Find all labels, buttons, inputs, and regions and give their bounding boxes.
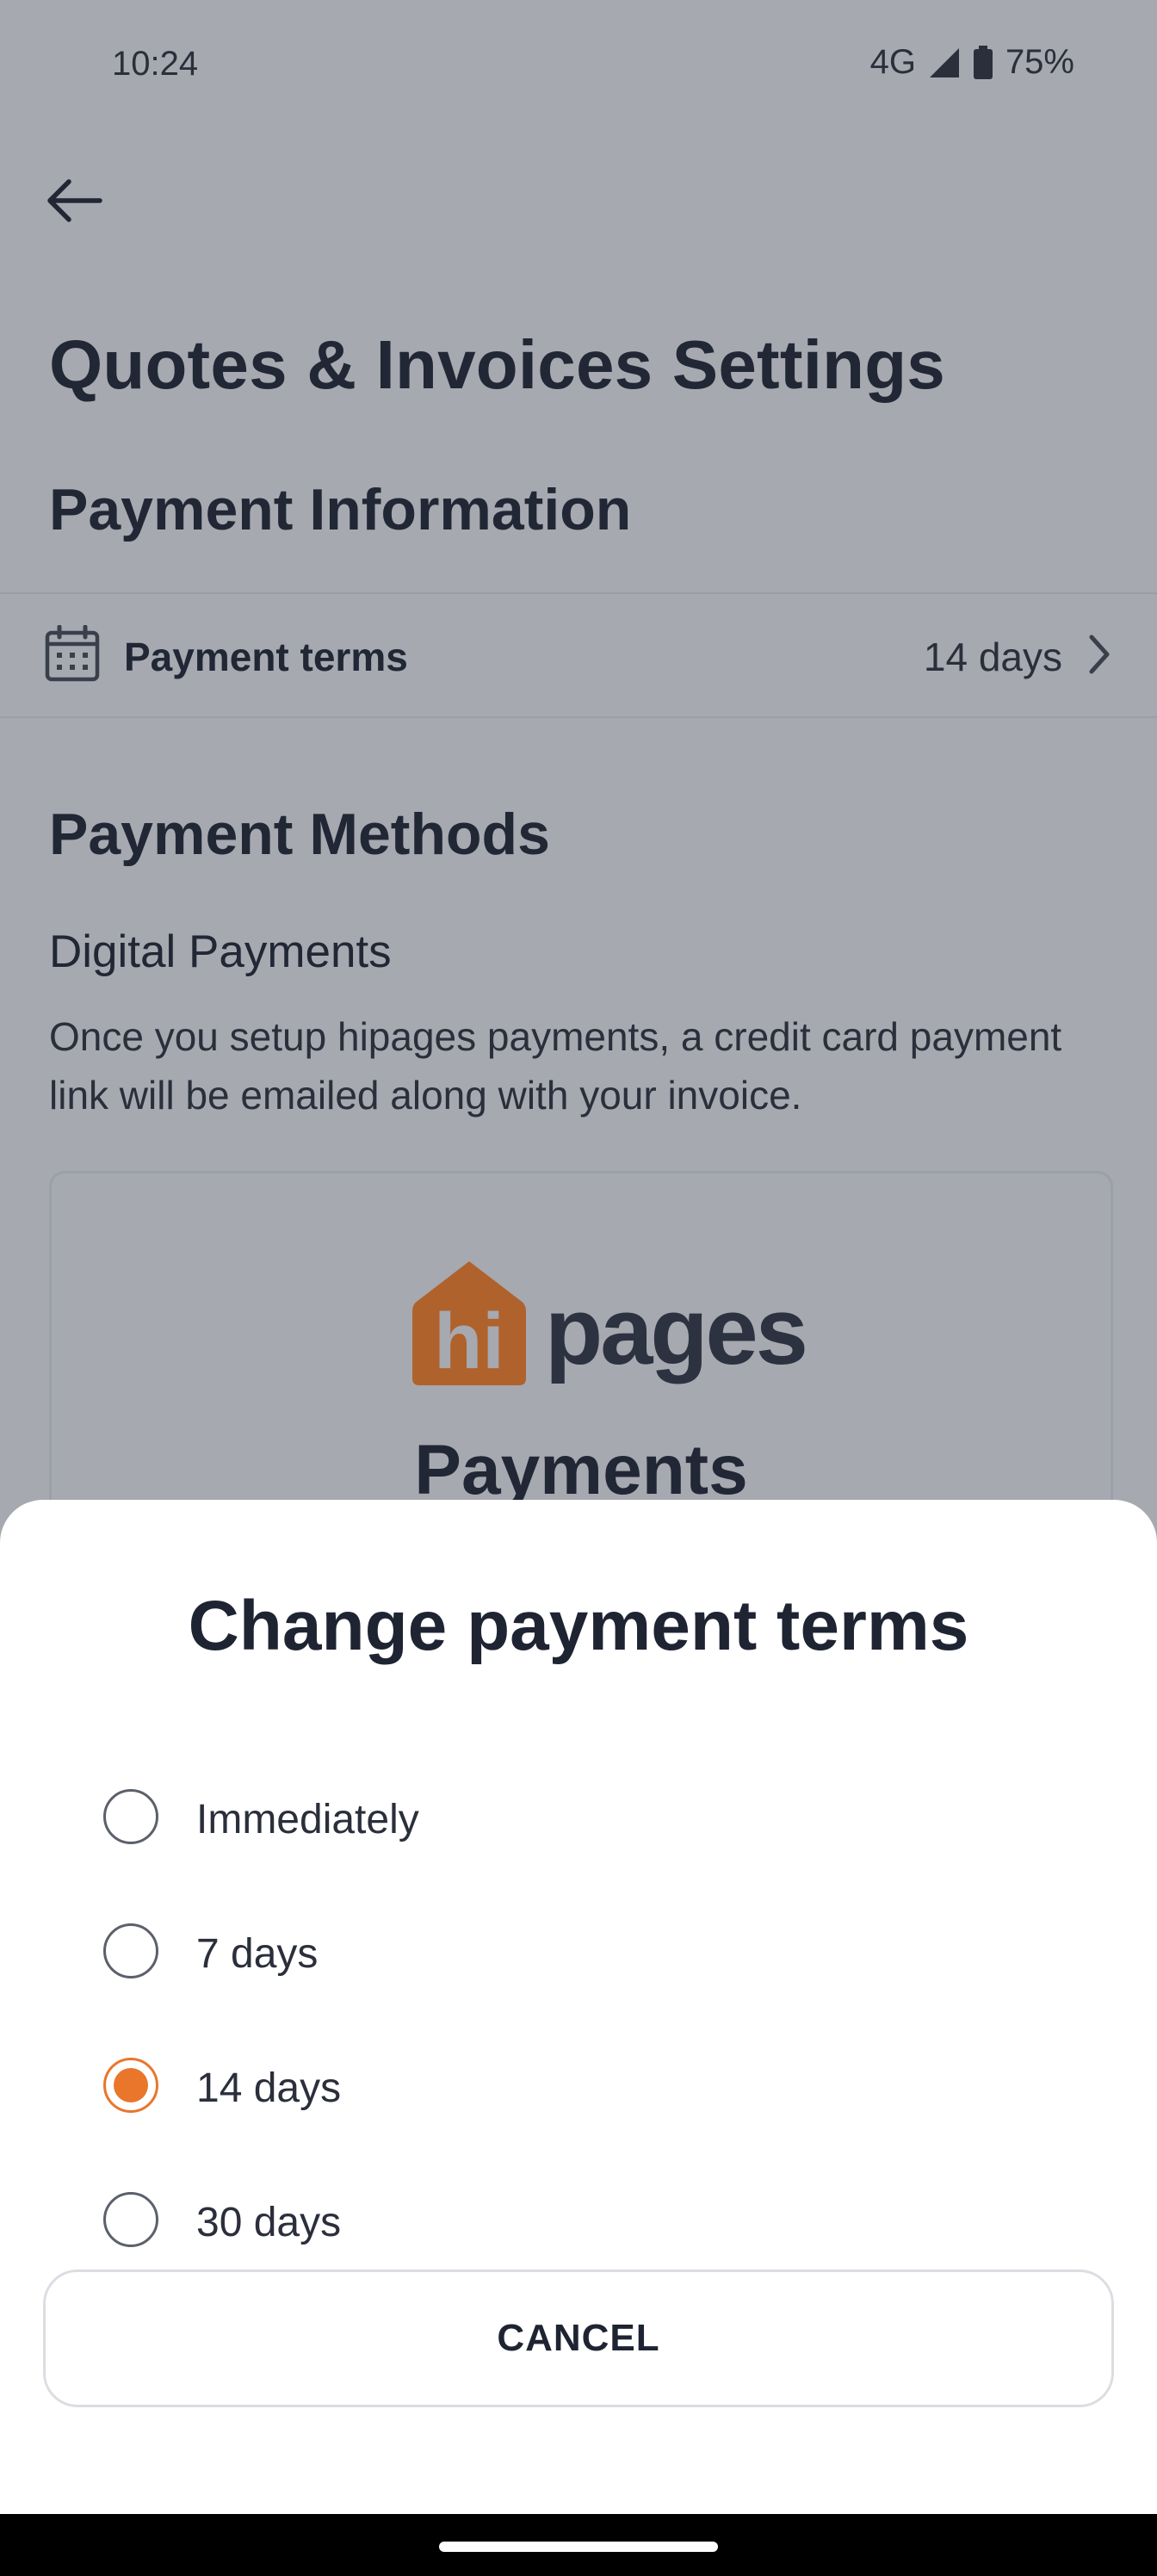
option-label: Immediately	[196, 1797, 419, 1842]
radio-button[interactable]	[103, 2192, 158, 2247]
option-immediately[interactable]: Immediately	[0, 1758, 1157, 1879]
settings-page: 10:24 4G 75% Quotes & Invoices Settings …	[0, 0, 1157, 1538]
radio-button-selected[interactable]	[103, 2058, 158, 2113]
option-7-days[interactable]: 7 days	[0, 1892, 1157, 2013]
chevron-right-icon	[1086, 632, 1112, 681]
status-time: 10:24	[112, 45, 199, 83]
option-label: 14 days	[196, 2065, 342, 2111]
navigation-bar	[0, 2514, 1157, 2576]
payment-information-heading: Payment Information	[49, 477, 632, 542]
option-label: 7 days	[196, 1931, 319, 1977]
cancel-button[interactable]: CANCEL	[43, 2269, 1114, 2407]
divider	[0, 716, 1157, 718]
battery-level: 75%	[1005, 43, 1074, 81]
page-title: Quotes & Invoices Settings	[49, 326, 945, 403]
calendar-icon	[45, 624, 100, 686]
sheet-title: Change payment terms	[188, 1587, 969, 1665]
digital-payments-heading: Digital Payments	[49, 926, 392, 977]
payment-terms-sheet: Change payment terms Immediately 7 days …	[0, 1500, 1157, 2516]
back-button[interactable]	[34, 168, 112, 237]
payment-terms-label: Payment terms	[124, 635, 408, 679]
option-14-days[interactable]: 14 days	[0, 2027, 1157, 2147]
radio-button[interactable]	[103, 1923, 158, 1978]
arrow-left-icon	[43, 175, 103, 231]
payment-terms-row[interactable]: Payment terms 14 days	[0, 594, 1157, 718]
status-indicators: 4G 75%	[870, 43, 1074, 82]
logo-house-text: hi	[434, 1297, 504, 1385]
payment-methods-heading: Payment Methods	[49, 802, 550, 867]
payments-card-title: Payments	[414, 1431, 748, 1509]
radio-button[interactable]	[103, 1789, 158, 1844]
hipages-logo: hi pages	[409, 1260, 808, 1397]
logo-wordmark: pages	[545, 1279, 808, 1384]
option-30-days[interactable]: 30 days	[0, 2161, 1157, 2282]
hipages-payments-card[interactable]: hi pages Payments	[49, 1171, 1113, 1538]
digital-payments-description: Once you setup hipages payments, a credi…	[49, 1014, 1062, 1118]
option-label: 30 days	[196, 2200, 342, 2245]
status-bar: 10:24 4G 75%	[0, 0, 1157, 129]
payment-terms-value: 14 days	[923, 635, 1062, 679]
signal-icon	[928, 46, 961, 79]
home-gesture-handle[interactable]	[439, 2542, 718, 2552]
screen: 10:24 4G 75% Quotes & Invoices Settings …	[0, 0, 1157, 2576]
battery-icon	[973, 45, 993, 80]
network-label: 4G	[869, 43, 916, 81]
